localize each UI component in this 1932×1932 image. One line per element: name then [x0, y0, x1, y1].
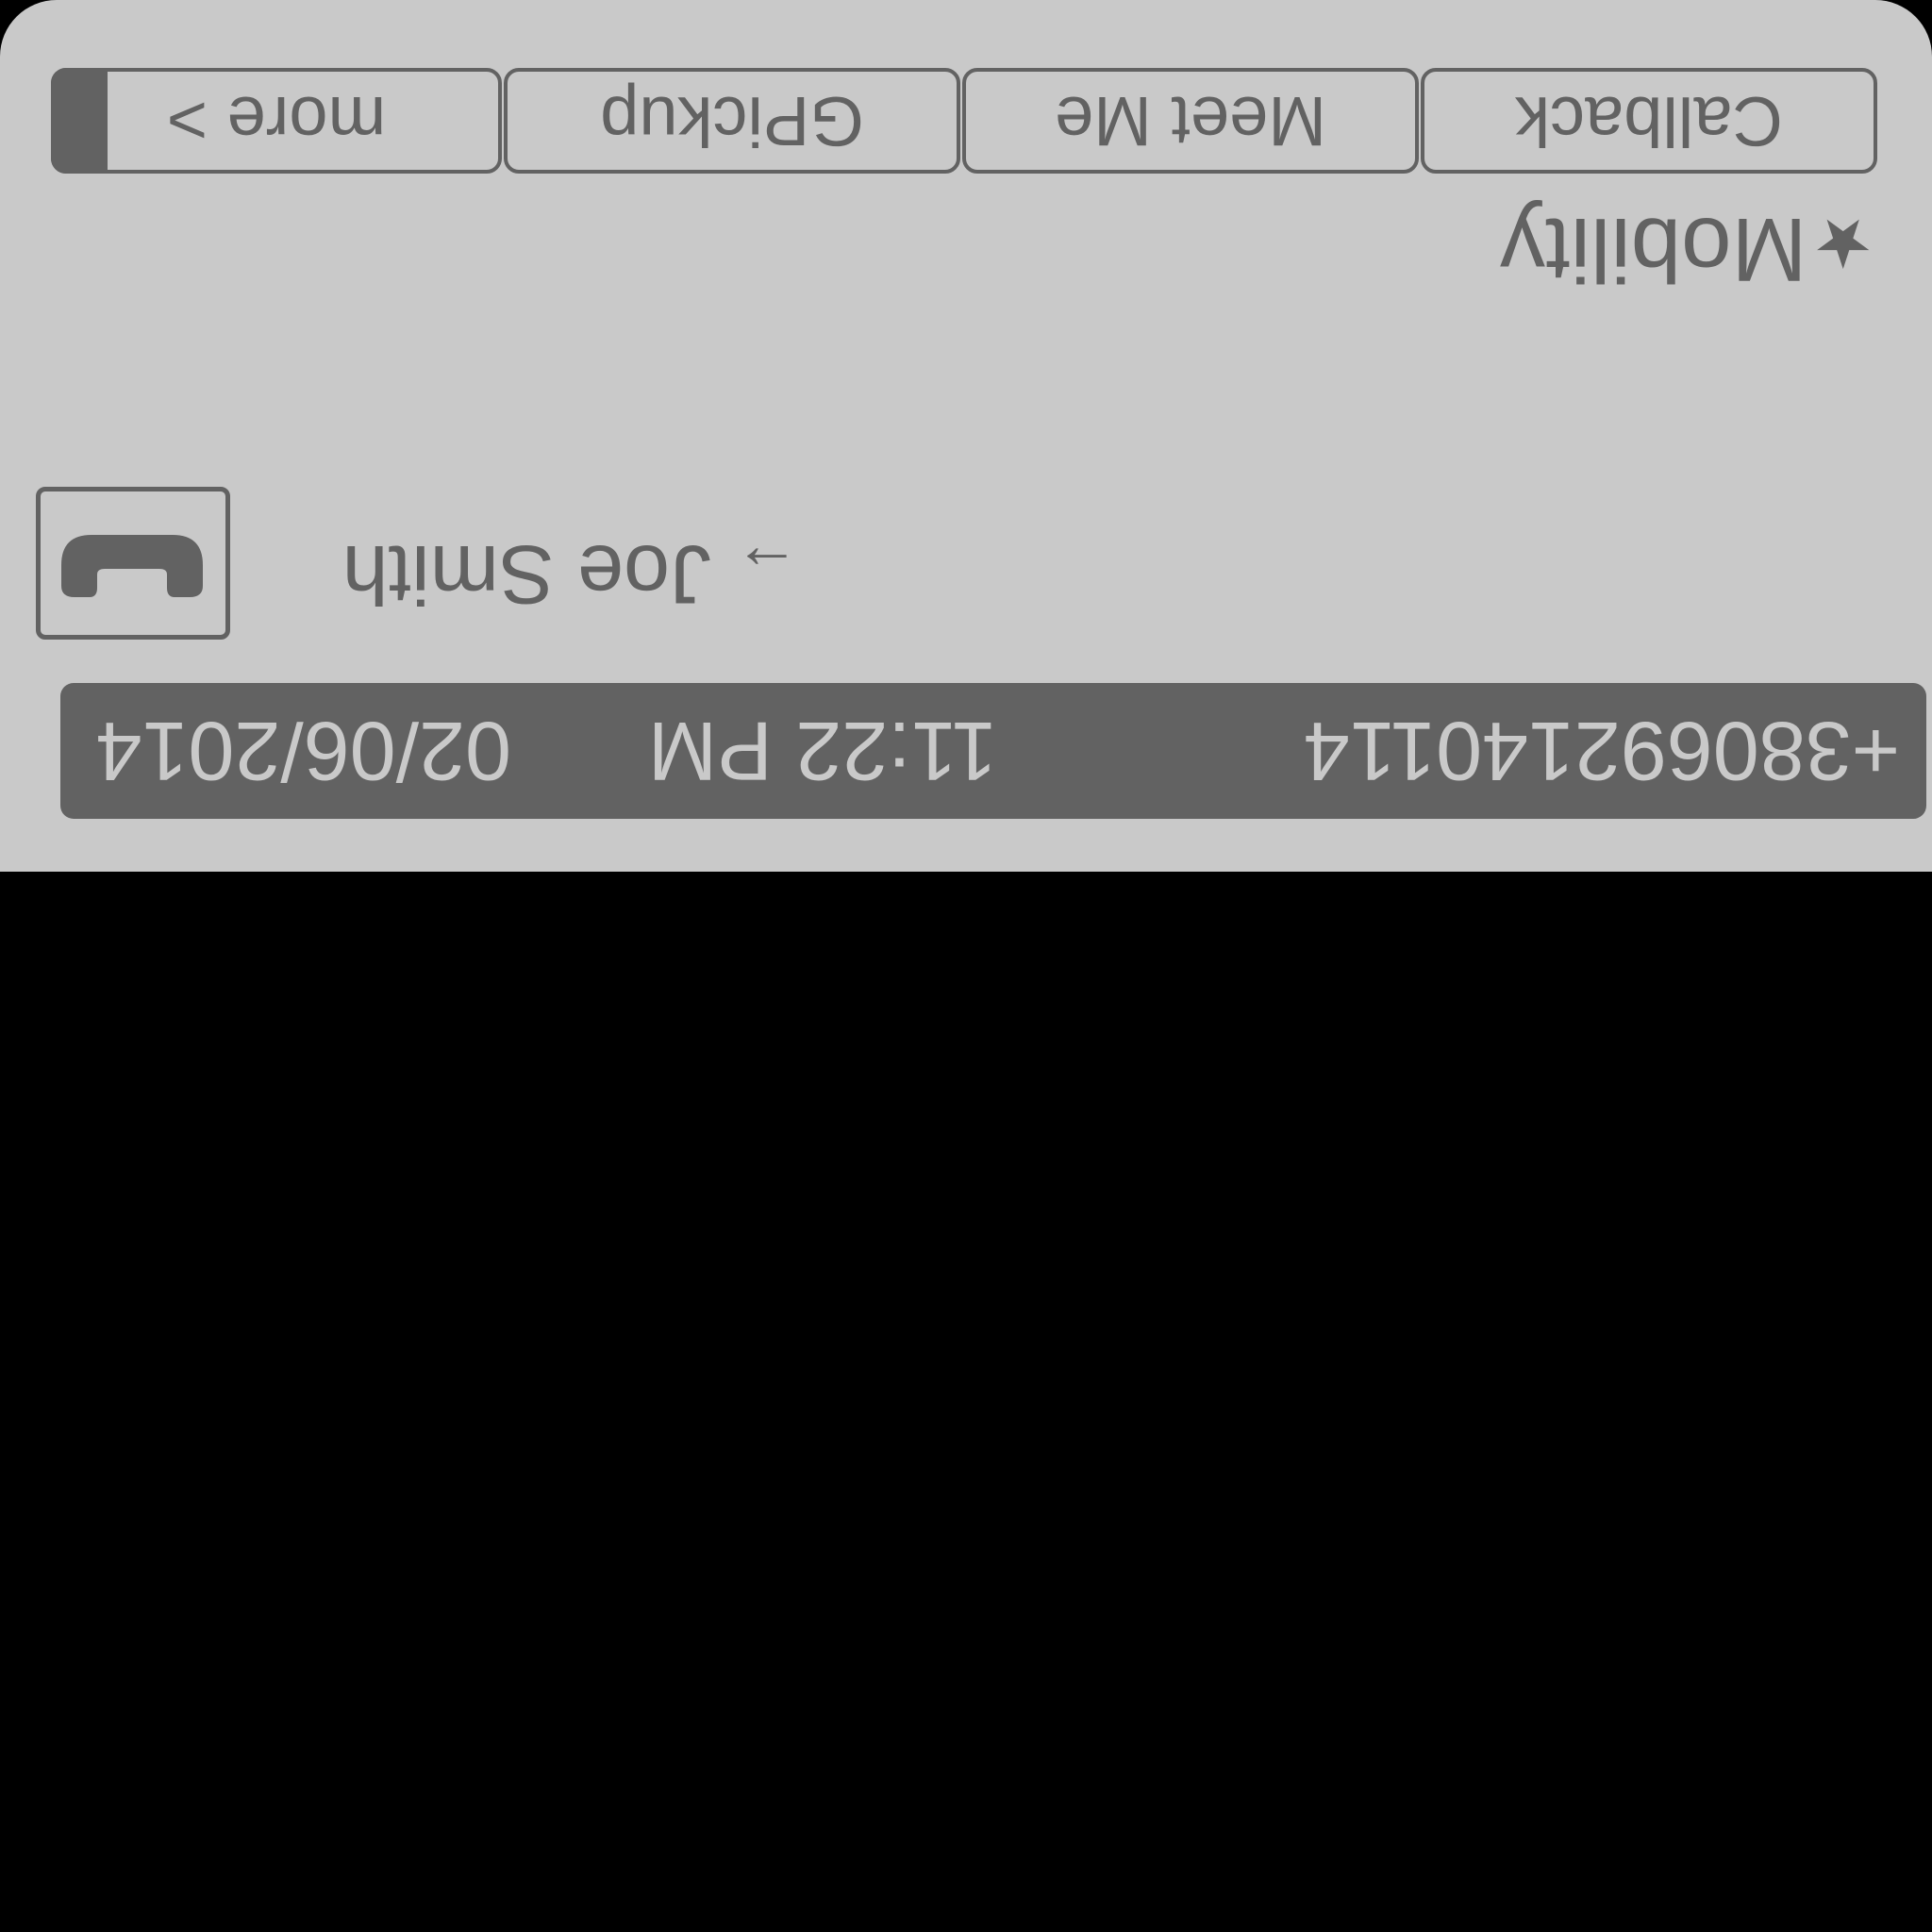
more-marker [51, 68, 108, 174]
mobility-label: Mobility [1500, 199, 1807, 300]
clock-time: 11:22 PM [647, 705, 997, 798]
handset-icon [61, 535, 203, 597]
softkey-bar: Callback Meet Me GPickup more > [51, 64, 1877, 174]
softkey-meet-me[interactable]: Meet Me [962, 68, 1419, 174]
line-key-button[interactable] [36, 487, 230, 640]
date: 02/06/2014 [95, 705, 511, 798]
softkey-gpickup[interactable]: GPickup [504, 68, 960, 174]
line-label-container: → Joe Smith [342, 516, 800, 626]
softkey-more-label: more > [166, 82, 387, 160]
phone-number: +380692140114 [1303, 705, 1900, 798]
softkey-callback[interactable]: Callback [1421, 68, 1877, 174]
line-label: Joe Smith [341, 528, 711, 622]
page: +380692140114 11:22 PM 02/06/2014 → Joe S… [0, 0, 1932, 1932]
line-row: → Joe Smith [0, 479, 1932, 640]
softkey-more[interactable]: more > [51, 68, 502, 174]
mobility-label-container: ★Mobility [1500, 186, 1874, 306]
status-bar: +380692140114 11:22 PM 02/06/2014 [60, 683, 1926, 819]
phone-display: +380692140114 11:22 PM 02/06/2014 → Joe S… [0, 0, 1932, 872]
arrow-icon: → [734, 531, 800, 606]
star-icon: ★ [1812, 205, 1874, 281]
